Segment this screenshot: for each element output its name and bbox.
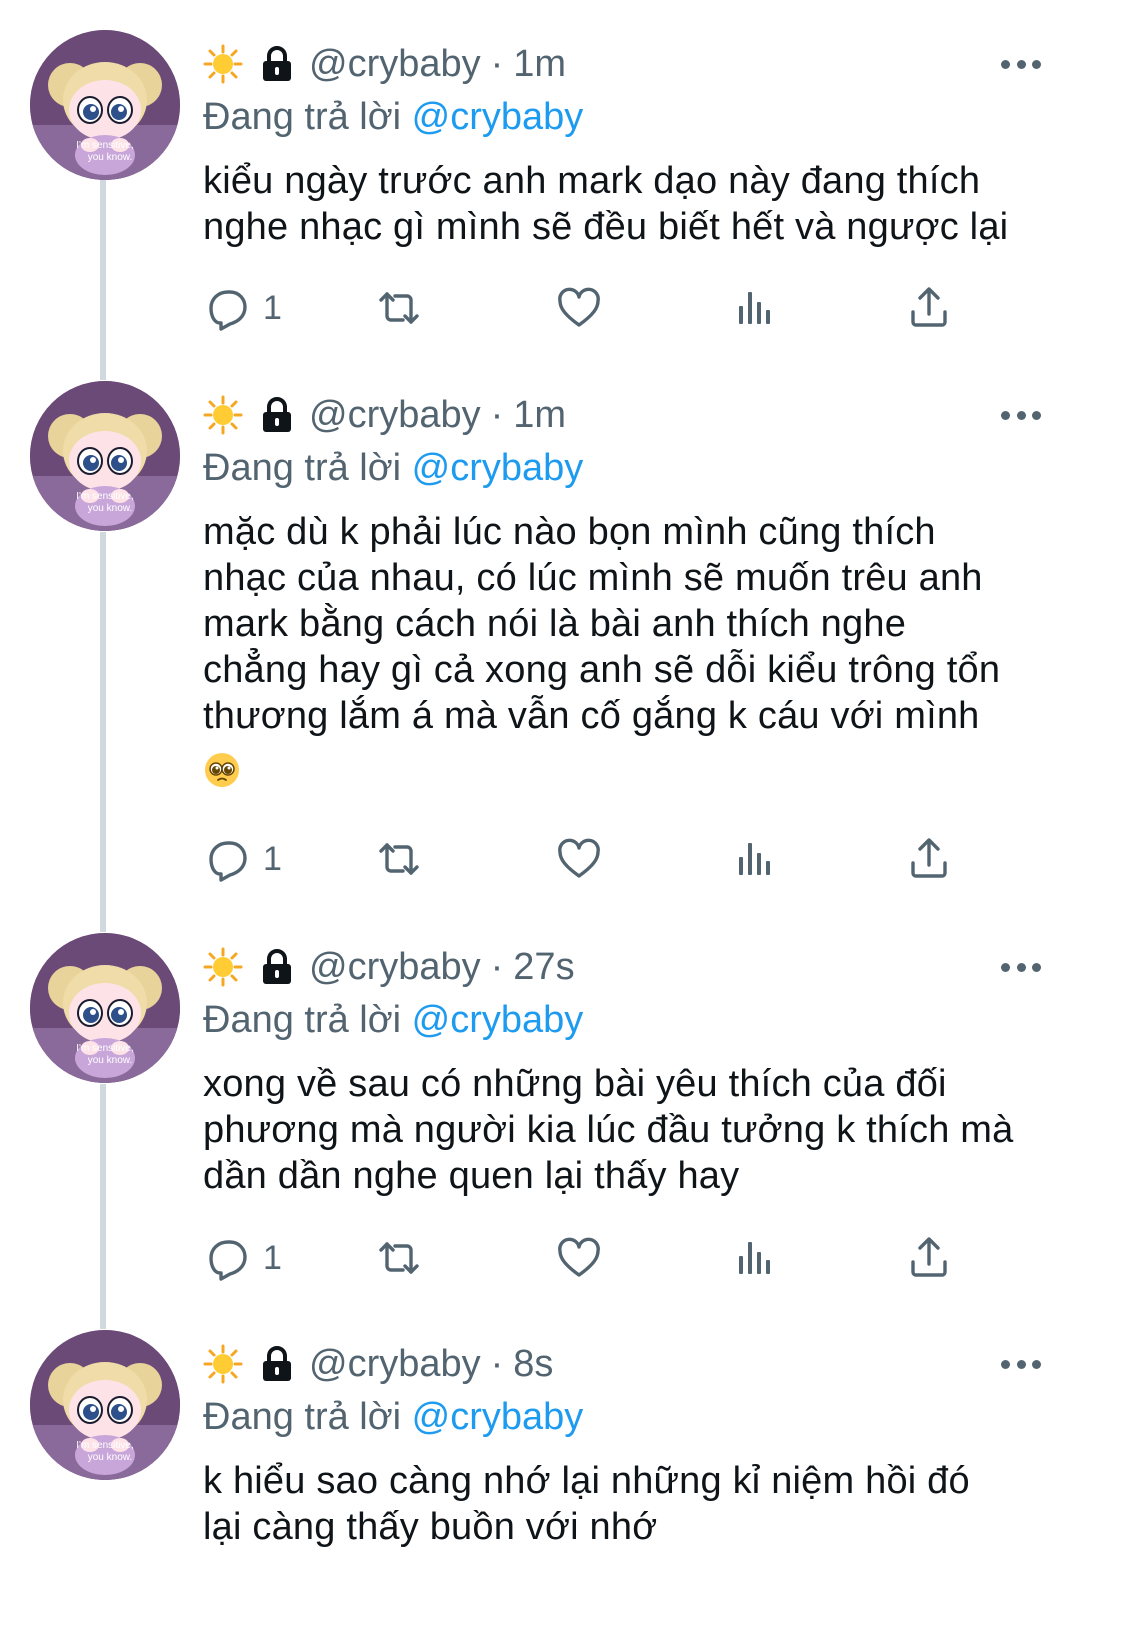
share-icon xyxy=(911,1237,947,1277)
reply-icon xyxy=(209,1240,247,1281)
reply-icon xyxy=(209,290,247,331)
avatar-caption: I'm sensitive, xyxy=(76,140,133,151)
replying-to: Đang trả lời @crybaby xyxy=(203,999,583,1042)
stats-icon xyxy=(739,292,770,324)
reply-count: 1 xyxy=(263,1238,282,1277)
user-handle[interactable]: @crybaby xyxy=(309,394,481,437)
sun-emoji-icon xyxy=(203,947,243,987)
replying-to: Đang trả lời @crybaby xyxy=(203,1396,583,1439)
tweet-text: k hiểu sao càng nhớ lại những kỉ niệm hồ… xyxy=(203,1460,970,1548)
timestamp[interactable]: 8s xyxy=(513,1343,553,1386)
timestamp[interactable]: 1m xyxy=(513,394,566,437)
heart-icon xyxy=(558,1237,600,1277)
like-button[interactable] xyxy=(555,1228,603,1288)
tweet-header: @crybaby · 27s xyxy=(203,943,575,991)
tweet-text: mặc dù k phải lúc nào bọn mình cũng thíc… xyxy=(203,511,1001,737)
timestamp[interactable]: 27s xyxy=(513,946,574,989)
lock-icon xyxy=(261,397,293,434)
stats-button[interactable] xyxy=(731,1228,779,1288)
avatar-caption: you know. xyxy=(88,152,132,163)
pleading-face-icon xyxy=(205,753,239,787)
avatar-caption: I'm sensitive, xyxy=(76,1440,133,1451)
more-options-icon[interactable] xyxy=(1001,1358,1041,1370)
avatar-caption: I'm sensitive, xyxy=(76,491,133,502)
heart-icon xyxy=(558,838,600,878)
replying-prefix: Đang trả lời xyxy=(203,96,402,138)
share-icon xyxy=(911,287,947,327)
sun-emoji-icon xyxy=(203,1344,243,1384)
reply-count: 1 xyxy=(263,839,282,878)
thread-line xyxy=(100,1084,106,1329)
stats-button[interactable] xyxy=(731,829,779,889)
replying-prefix: Đang trả lời xyxy=(203,999,402,1041)
tweet-header: @crybaby · 1m xyxy=(203,40,566,88)
replying-handle-link[interactable]: @crybaby xyxy=(412,96,584,138)
replying-prefix: Đang trả lời xyxy=(203,1396,402,1438)
thread-line xyxy=(100,532,106,932)
stats-icon xyxy=(739,1242,770,1274)
avatar[interactable]: I'm sensitive, you know. xyxy=(30,1330,180,1480)
retweet-button[interactable] xyxy=(375,278,423,338)
lock-icon xyxy=(261,46,293,83)
user-handle[interactable]: @crybaby xyxy=(309,43,481,86)
action-bar: 1 xyxy=(203,278,963,338)
share-button[interactable] xyxy=(905,278,953,338)
replying-handle-link[interactable]: @crybaby xyxy=(412,1396,584,1438)
reply-button[interactable]: 1 xyxy=(203,1228,282,1288)
tweet-header: @crybaby · 8s xyxy=(203,1340,553,1388)
like-button[interactable] xyxy=(555,829,603,889)
retweet-icon xyxy=(379,843,419,875)
action-bar: 1 xyxy=(203,1228,963,1288)
replying-to: Đang trả lời @crybaby xyxy=(203,447,583,490)
more-options-icon[interactable] xyxy=(1001,409,1041,421)
reply-button[interactable]: 1 xyxy=(203,829,282,889)
avatar-caption: you know. xyxy=(88,1055,132,1066)
user-handle[interactable]: @crybaby xyxy=(309,1343,481,1386)
share-button[interactable] xyxy=(905,1228,953,1288)
retweet-icon xyxy=(379,292,419,324)
separator: · xyxy=(490,42,504,85)
separator: · xyxy=(490,393,504,436)
more-options-icon[interactable] xyxy=(1001,961,1041,973)
like-button[interactable] xyxy=(555,278,603,338)
retweet-button[interactable] xyxy=(375,1228,423,1288)
reply-button[interactable]: 1 xyxy=(203,278,282,338)
avatar-caption: you know. xyxy=(88,503,132,514)
lock-icon xyxy=(261,1346,293,1383)
sun-emoji-icon xyxy=(203,395,243,435)
avatar[interactable]: I'm sensitive, you know. xyxy=(30,30,180,180)
user-handle[interactable]: @crybaby xyxy=(309,946,481,989)
tweet-text: xong về sau có những bài yêu thích của đ… xyxy=(203,1063,1014,1197)
retweet-button[interactable] xyxy=(375,829,423,889)
share-button[interactable] xyxy=(905,829,953,889)
avatar[interactable]: I'm sensitive, you know. xyxy=(30,381,180,531)
replying-handle-link[interactable]: @crybaby xyxy=(412,447,584,489)
thread-line xyxy=(100,180,106,380)
pleading-face-emoji xyxy=(203,751,241,789)
replying-to: Đang trả lời @crybaby xyxy=(203,96,583,139)
replying-prefix: Đang trả lời xyxy=(203,447,402,489)
stats-button[interactable] xyxy=(731,278,779,338)
sun-emoji-icon xyxy=(203,44,243,84)
replying-handle-link[interactable]: @crybaby xyxy=(412,999,584,1041)
reply-count: 1 xyxy=(263,288,282,327)
reply-icon xyxy=(209,841,247,882)
tweet-text: kiểu ngày trước anh mark dạo này đang th… xyxy=(203,160,1009,248)
tweet-header: @crybaby · 1m xyxy=(203,391,566,439)
avatar[interactable]: I'm sensitive, you know. xyxy=(30,933,180,1083)
avatar-caption: you know. xyxy=(88,1452,132,1463)
heart-icon xyxy=(558,287,600,327)
action-bar: 1 xyxy=(203,829,963,889)
separator: · xyxy=(490,1342,504,1385)
more-options-icon[interactable] xyxy=(1001,58,1041,70)
separator: · xyxy=(490,945,504,988)
timestamp[interactable]: 1m xyxy=(513,43,566,86)
share-icon xyxy=(911,838,947,878)
stats-icon xyxy=(739,843,770,875)
avatar-caption: I'm sensitive, xyxy=(76,1043,133,1054)
lock-icon xyxy=(261,949,293,986)
retweet-icon xyxy=(379,1242,419,1274)
